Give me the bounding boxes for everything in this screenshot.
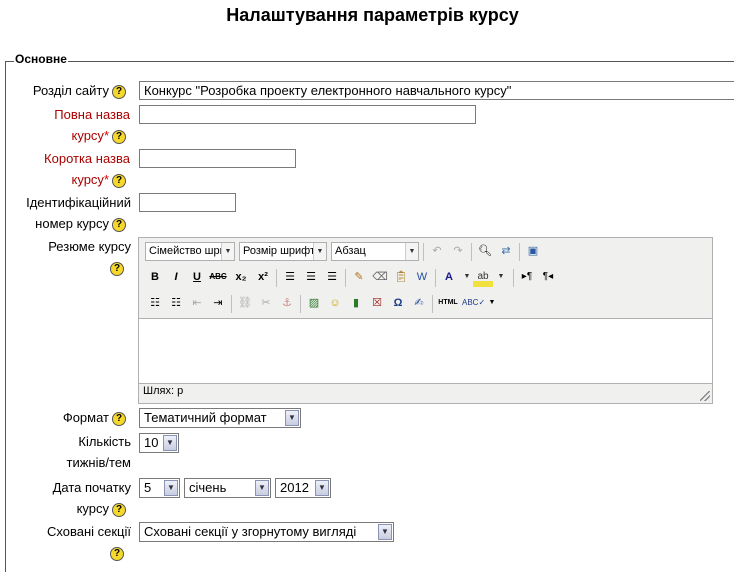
media-icon[interactable]: ▮ [346,293,366,313]
summary-help-row: ? [0,257,124,279]
ltr-icon[interactable]: ▸¶ [517,267,537,287]
editor-path: Шлях: p [143,385,184,397]
hiddensections-select[interactable]: Сховані секції у згорнутому вигляді ▼ [139,522,394,542]
page-title: Налаштування параметрів курсу [226,5,519,25]
superscript-icon[interactable]: x² [253,267,273,287]
idnumber-label: Ідентифікаційний [26,195,131,210]
shortname-input[interactable] [139,149,296,168]
fullname-label: Повна назва [54,107,130,122]
align-right-icon[interactable]: ☰ [322,267,342,287]
strikethrough-icon[interactable]: ABC [208,267,228,287]
help-icon[interactable]: ? [112,129,126,144]
chevron-down-icon: ▼ [164,480,178,496]
font-size-select[interactable]: Розмір шрифта ▼ [239,242,327,261]
eraser-icon[interactable]: ⌫ [370,267,390,287]
bullet-list-icon[interactable]: ☷ [145,293,165,313]
chevron-down-icon: ▼ [255,480,269,496]
summary-editor: Сімейство шри ▼ Розмір шрифта ▼ Абзац ▼ ↶ ↷… [138,237,713,404]
subscript-icon[interactable]: x₂ [231,267,251,287]
help-icon[interactable]: ? [112,217,126,232]
search-icon[interactable]: 🔍︎ [475,241,495,261]
image-icon[interactable]: ▨ [304,293,324,313]
numsections-label-line2: тижнів/тем [66,455,131,470]
spellcheck-icon[interactable]: ABC✓ [462,293,485,313]
hiddensections-label: Сховані секції [46,524,131,539]
chevron-down-icon: ▼ [163,435,177,451]
highlight-color-icon[interactable]: ab [473,267,493,287]
category-label: Розділ сайту? [0,80,126,102]
chevron-down-icon: ▼ [285,410,299,426]
fullname-input[interactable] [139,105,476,124]
block-format-select[interactable]: Абзац ▼ [331,242,419,261]
numbered-list-icon[interactable]: ☷ [166,293,186,313]
redo-icon[interactable]: ↷ [448,241,468,261]
fullname-label-line2: курсу*? [0,125,126,147]
underline-icon[interactable]: U [187,267,207,287]
undo-icon[interactable]: ↶ [427,241,447,261]
startdate-label-line2: курсу? [0,498,126,520]
italic-icon[interactable]: I [166,267,186,287]
unlink-icon[interactable]: ✂ [256,293,276,313]
text-color-icon[interactable]: A [439,267,459,287]
chevron-down-icon[interactable]: ▼ [482,293,502,313]
startdate-year-select[interactable]: 2012 ▼ [275,478,331,498]
shortname-label: Коротка назва [44,151,130,166]
bold-icon[interactable]: B [145,267,165,287]
startdate-day-select[interactable]: 5 ▼ [139,478,180,498]
help-icon[interactable]: ? [112,84,126,99]
format-label: Формат? [0,407,126,429]
idnumber-input[interactable] [139,193,236,212]
replace-icon[interactable]: ⇄ [496,241,516,261]
startdate-label: Дата початку [52,480,131,495]
align-center-icon[interactable]: ☰ [301,267,321,287]
help-icon[interactable]: ? [112,173,126,188]
chevron-down-icon: ▼ [405,243,418,260]
font-family-select[interactable]: Сімейство шри ▼ [145,242,235,261]
idnumber-label-line2: номер курсу? [0,213,126,235]
paste-word-icon[interactable]: W [412,267,432,287]
chevron-down-icon: ▼ [221,243,234,260]
numsections-label: Кількість [78,434,131,449]
cleanup-icon[interactable]: ✎ [349,267,369,287]
required-icon: * [103,172,109,187]
help-icon[interactable]: ? [110,261,124,276]
chevron-down-icon: ▼ [313,243,326,260]
help-icon[interactable]: ? [110,546,124,561]
editor-content-area[interactable] [139,318,712,384]
fieldset-legend: Основне [14,52,68,66]
rtl-icon[interactable]: ¶◂ [538,267,558,287]
indent-icon[interactable]: ⇥ [208,293,228,313]
shortname-label-line2: курсу*? [0,169,126,191]
paste-text-icon[interactable]: 📋︎ [391,267,411,287]
link-icon[interactable]: ⛓ [235,293,255,313]
help-icon[interactable]: ? [112,502,126,517]
format-select[interactable]: Тематичний формат ▼ [139,408,301,428]
html-source-icon[interactable]: HTML [436,293,460,313]
category-select[interactable]: Конкурс "Розробка проекту електронного н… [139,81,734,100]
special-char-icon[interactable]: Ω [388,293,408,313]
nolink-icon[interactable]: ☒ [367,293,387,313]
hiddensections-help-row: ? [0,542,124,564]
numsections-select[interactable]: 10 ▼ [139,433,179,453]
startdate-month-select[interactable]: січень ▼ [184,478,271,498]
align-left-icon[interactable]: ☰ [280,267,300,287]
required-icon: * [103,128,109,143]
fullscreen-icon[interactable]: ▣ [523,241,543,261]
chevron-down-icon: ▼ [378,524,392,540]
help-icon[interactable]: ? [112,411,126,426]
smiley-icon[interactable]: ☺ [325,293,345,313]
chevron-down-icon: ▼ [315,480,329,496]
anchor-icon[interactable]: ⚓ [277,293,297,313]
edit-icon[interactable]: ✍ [409,293,429,313]
chevron-down-icon[interactable]: ▼ [491,267,511,287]
summary-label: Резюме курсу [48,239,131,254]
resize-handle-icon[interactable] [700,391,710,401]
outdent-icon[interactable]: ⇤ [187,293,207,313]
